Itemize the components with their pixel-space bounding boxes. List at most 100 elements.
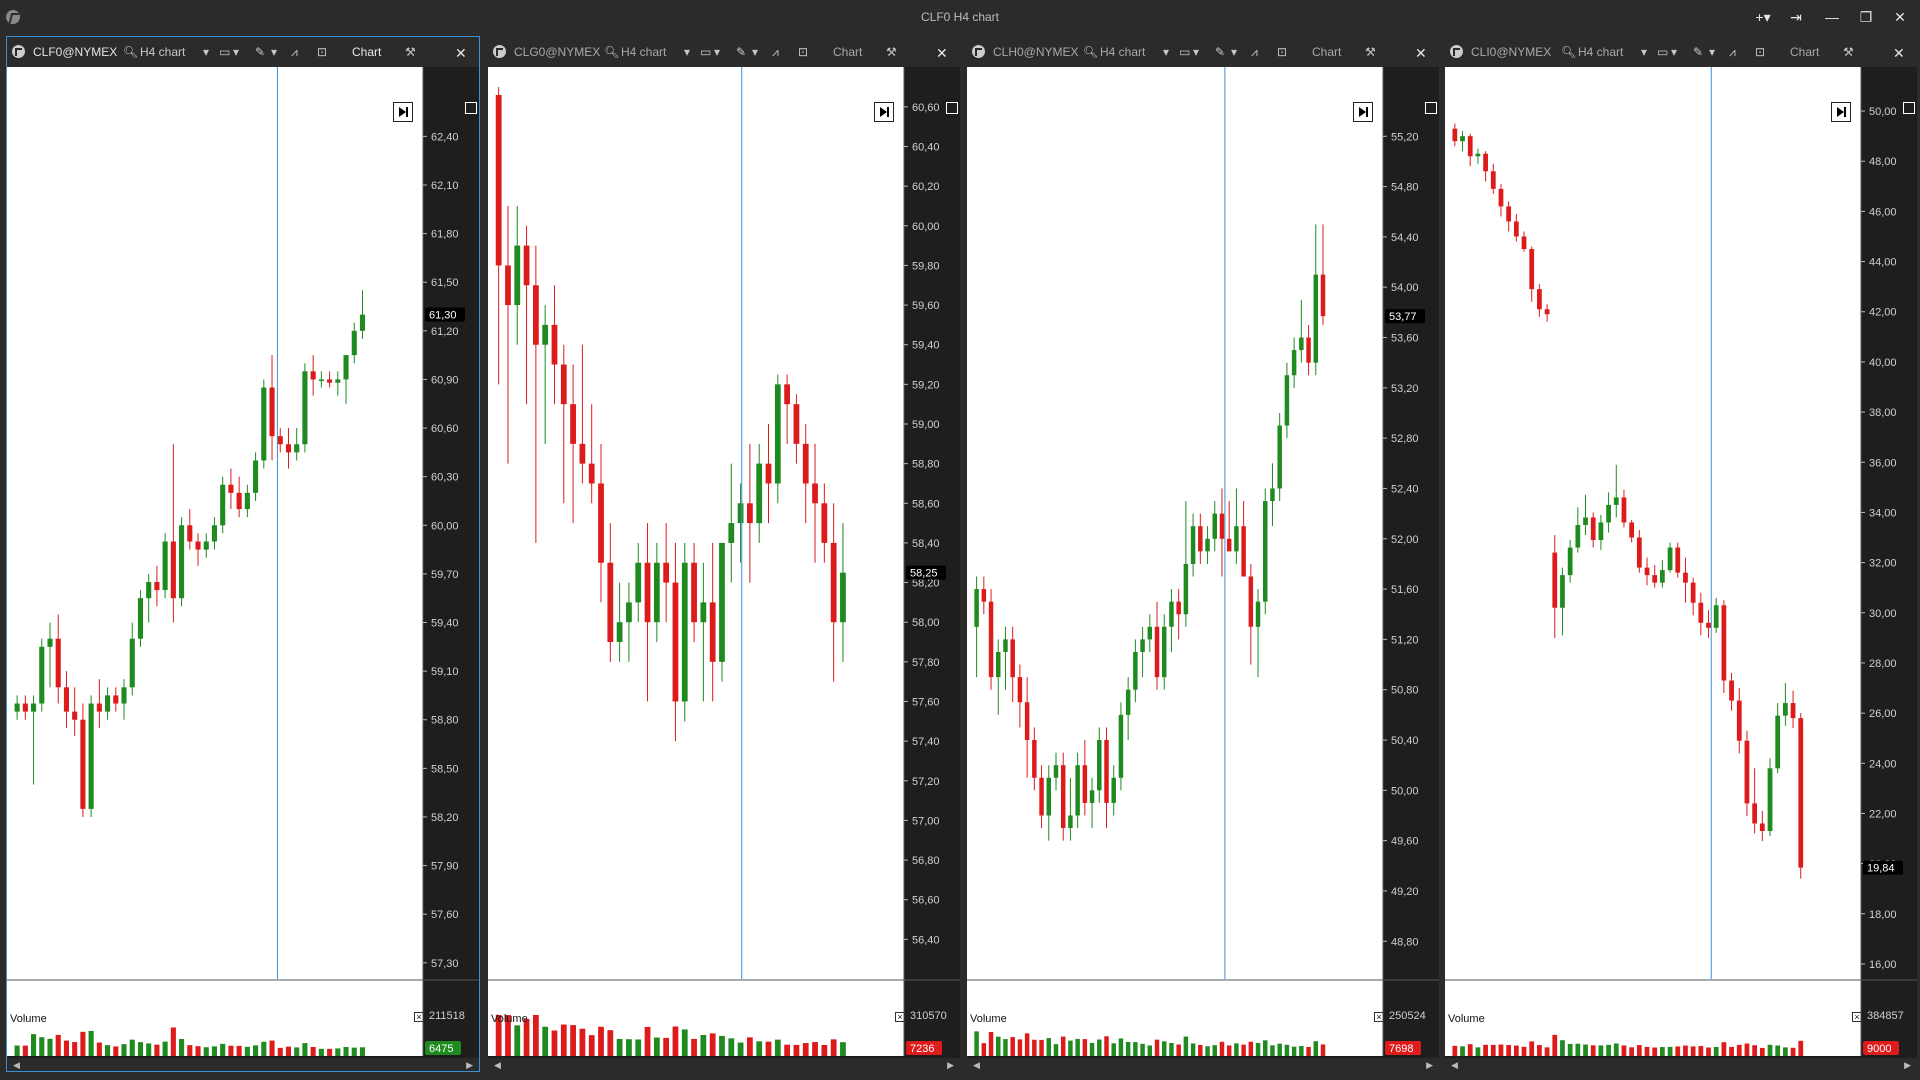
candle-body	[1513, 221, 1519, 237]
indicator-icon[interactable]: ⩘	[291, 45, 298, 60]
search-icon[interactable]: 🔍︎	[123, 45, 138, 59]
timeframe-dropdown[interactable]: H4 chart	[1100, 45, 1145, 59]
monitor-icon[interactable]: ▭	[219, 45, 230, 59]
close-volume-icon[interactable]: ×	[895, 1012, 905, 1022]
pencil-icon[interactable]: ✎	[255, 45, 265, 59]
candle-body	[1667, 547, 1673, 571]
indicator-icon[interactable]: ⩘	[772, 45, 779, 60]
maximize-icon[interactable]	[465, 102, 477, 114]
close-volume-icon[interactable]: ×	[1852, 1012, 1862, 1022]
candlestick-chart[interactable]: 50,00 48,00 46,00 44,00 42,00 40,00 38,00 36,00…	[1445, 67, 1917, 1058]
volume-bar	[359, 1047, 366, 1056]
minimize-button[interactable]: —	[1818, 6, 1846, 28]
maximize-icon[interactable]	[946, 102, 958, 114]
search-icon[interactable]: 🔍︎	[604, 45, 619, 59]
monitor-icon[interactable]: ▭	[700, 45, 711, 59]
chart-menu-button[interactable]: Chart	[833, 45, 862, 59]
chevron-down-icon[interactable]: ▾	[1193, 45, 1199, 59]
scroll-left-icon[interactable]: ◀	[973, 1060, 980, 1071]
scroll-to-end-button[interactable]	[1831, 102, 1851, 122]
chart-menu-button[interactable]: Chart	[352, 45, 381, 59]
chart-area[interactable]: 60,60 60,40 60,20 60,00 59,80 59,60 59,40 59,20…	[488, 67, 960, 1071]
chevron-down-icon[interactable]: ▾	[1641, 45, 1647, 59]
chevron-down-icon[interactable]: ▾	[233, 45, 239, 59]
timeframe-dropdown[interactable]: H4 chart	[621, 45, 666, 59]
candle-body	[343, 355, 349, 380]
chevron-down-icon[interactable]: ▾	[203, 45, 209, 59]
tools-icon[interactable]: ⚒	[886, 45, 897, 59]
candle-body	[1759, 823, 1765, 831]
scroll-to-end-button[interactable]	[1353, 102, 1373, 122]
symbol-label[interactable]: CLH0@NYMEX	[993, 45, 1079, 59]
template-icon[interactable]: ⊡	[1277, 45, 1287, 59]
chevron-down-icon[interactable]: ▾	[714, 45, 720, 59]
close-window-button[interactable]: ✕	[1886, 6, 1914, 28]
chart-area[interactable]: 55,20 54,80 54,40 54,00 53,60 53,20 52,80 52,40…	[967, 67, 1439, 1071]
volume-bar	[1046, 1038, 1052, 1056]
template-icon[interactable]: ⊡	[317, 45, 327, 59]
monitor-icon[interactable]: ▭	[1179, 45, 1190, 59]
tools-icon[interactable]: ⚒	[1843, 45, 1854, 59]
chart-area[interactable]: 50,00 48,00 46,00 44,00 42,00 40,00 38,00 36,00…	[1445, 67, 1917, 1071]
search-icon[interactable]: 🔍︎	[1083, 45, 1098, 59]
chevron-down-icon[interactable]: ▾	[684, 45, 690, 59]
scroll-right-icon[interactable]: ▶	[1904, 1060, 1911, 1071]
indicator-icon[interactable]: ⩘	[1729, 45, 1736, 60]
tools-icon[interactable]: ⚒	[1365, 45, 1376, 59]
maximize-icon[interactable]	[1425, 102, 1437, 114]
chart-area[interactable]: 62,40 62,10 61,80 61,50 61,20 60,90 60,60 60,30…	[7, 67, 479, 1071]
pencil-icon[interactable]: ✎	[736, 45, 746, 59]
pin-window-icon[interactable]: ⇥	[1782, 6, 1810, 28]
horizontal-scrollbar[interactable]: ◀ ▶	[488, 1058, 960, 1071]
scroll-to-end-button[interactable]	[874, 102, 894, 122]
close-panel-button[interactable]: ✕	[1415, 45, 1427, 62]
close-panel-button[interactable]: ✕	[936, 45, 948, 62]
scroll-right-icon[interactable]: ▶	[1426, 1060, 1433, 1071]
close-panel-button[interactable]: ✕	[1893, 45, 1905, 62]
pencil-icon[interactable]: ✎	[1215, 45, 1225, 59]
symbol-label[interactable]: CLG0@NYMEX	[514, 45, 600, 59]
scroll-to-end-button[interactable]	[393, 102, 413, 122]
candlestick-chart[interactable]: 55,20 54,80 54,40 54,00 53,60 53,20 52,80 52,40…	[967, 67, 1439, 1058]
symbol-label[interactable]: CLI0@NYMEX	[1471, 45, 1551, 59]
volume-bar	[1490, 1044, 1496, 1056]
close-volume-icon[interactable]: ×	[1374, 1012, 1384, 1022]
chevron-down-icon[interactable]: ▾	[1231, 45, 1237, 59]
scroll-right-icon[interactable]: ▶	[947, 1060, 954, 1071]
symbol-label[interactable]: CLF0@NYMEX	[33, 45, 117, 59]
scroll-left-icon[interactable]: ◀	[1451, 1060, 1458, 1071]
restore-button[interactable]: ❐	[1852, 6, 1880, 28]
timeframe-dropdown[interactable]: H4 chart	[1578, 45, 1623, 59]
chart-menu-button[interactable]: Chart	[1312, 45, 1341, 59]
candlestick-chart[interactable]: 62,40 62,10 61,80 61,50 61,20 60,90 60,60 60,30…	[7, 67, 479, 1058]
chevron-down-icon[interactable]: ▾	[271, 45, 277, 59]
scroll-right-icon[interactable]: ▶	[466, 1060, 473, 1071]
chevron-down-icon[interactable]: ▾	[752, 45, 758, 59]
scroll-left-icon[interactable]: ◀	[494, 1060, 501, 1071]
y-tick-label: 38,00	[1869, 407, 1897, 419]
add-window-button[interactable]: +▾	[1749, 6, 1777, 28]
horizontal-scrollbar[interactable]: ◀ ▶	[1445, 1058, 1917, 1071]
candlestick-chart[interactable]: 60,60 60,40 60,20 60,00 59,80 59,60 59,40 59,20…	[488, 67, 960, 1058]
chevron-down-icon[interactable]: ▾	[1163, 45, 1169, 59]
chevron-down-icon[interactable]: ▾	[1709, 45, 1715, 59]
timeframe-dropdown[interactable]: H4 chart	[140, 45, 185, 59]
template-icon[interactable]: ⊡	[1755, 45, 1765, 59]
tools-icon[interactable]: ⚒	[405, 45, 416, 59]
maximize-icon[interactable]	[1903, 102, 1915, 114]
volume-bar	[1255, 1042, 1261, 1056]
monitor-icon[interactable]: ▭	[1657, 45, 1668, 59]
horizontal-scrollbar[interactable]: ◀ ▶	[967, 1058, 1439, 1071]
scroll-left-icon[interactable]: ◀	[13, 1060, 20, 1071]
pencil-icon[interactable]: ✎	[1693, 45, 1703, 59]
search-icon[interactable]: 🔍︎	[1561, 45, 1576, 59]
close-panel-button[interactable]: ✕	[455, 45, 467, 62]
horizontal-scrollbar[interactable]: ◀ ▶	[7, 1058, 479, 1071]
chevron-down-icon[interactable]: ▾	[1671, 45, 1677, 59]
chart-menu-button[interactable]: Chart	[1790, 45, 1819, 59]
indicator-icon[interactable]: ⩘	[1251, 45, 1258, 60]
candle-body	[1161, 626, 1167, 678]
close-volume-icon[interactable]: ×	[414, 1012, 424, 1022]
volume-bar	[195, 1046, 201, 1056]
template-icon[interactable]: ⊡	[798, 45, 808, 59]
